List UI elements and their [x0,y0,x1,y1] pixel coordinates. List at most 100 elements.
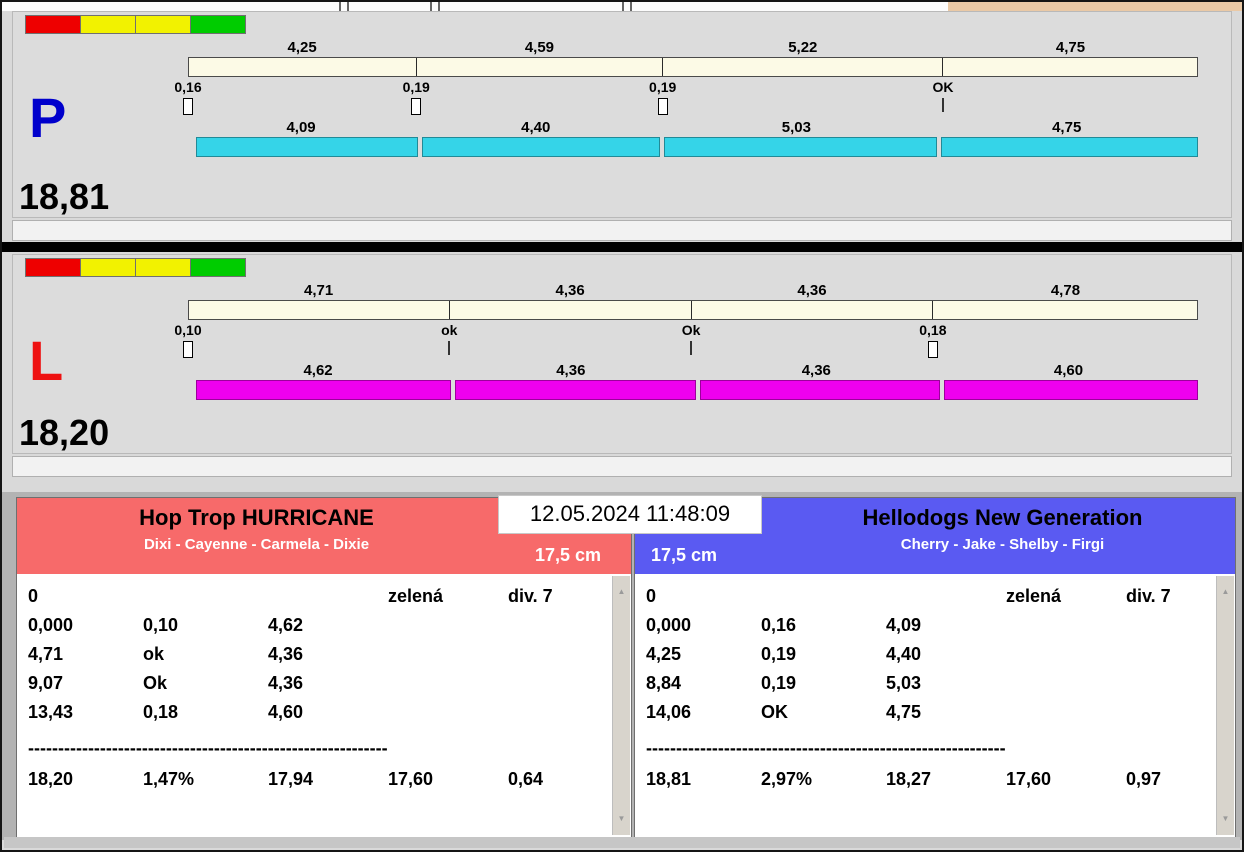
window-bottom-edge [4,837,1240,848]
run-bar-segment [700,380,941,400]
run-labels-row: 4,624,364,364,60 [188,362,1198,380]
run-bar-segment [944,380,1198,400]
indicator-light [25,258,81,277]
jump-height: 17,5 cm [535,545,601,566]
table-cell: ok [143,644,268,665]
table-cell: 13,43 [28,702,143,723]
table-cell: OK [761,702,886,723]
table-row: 0zelenádiv. 7 [28,582,607,611]
run-bar-segment [196,137,418,157]
split-time-label: 4,36 [691,282,933,300]
tick-label: 0,18 [919,322,946,338]
fault-marker-box [928,341,938,358]
lane-letter: L [29,333,63,389]
run-bar-segment [196,380,451,400]
background-window-fragment [339,2,349,11]
summary-cell: 1,47% [143,769,268,790]
indicator-light [80,258,136,277]
split-bar-segment [932,301,1197,319]
background-window-fragment [430,2,440,11]
table-cell: 0 [646,586,761,607]
ok-marker-line [690,341,692,355]
table-cell: 0,16 [761,615,886,636]
summary-cell: 2,97% [761,769,886,790]
table-row: 8,840,195,03 [646,669,1211,698]
table-grid: 0zelenádiv. 70,0000,104,62 4,71ok4,36 9,07… [17,574,631,794]
scroll-down-icon[interactable]: ▼ [1217,811,1234,827]
team-panel-right: Hellodogs New Generation Cherry - Jake -… [634,497,1236,838]
table-cell: 0,19 [761,644,886,665]
table-divider-line: ----------------------------------------… [646,727,1024,763]
summary-row: 18,201,47%17,9417,600,64 [28,765,607,794]
vertical-scrollbar[interactable]: ▲ ▼ [1216,576,1234,835]
run-time-label: 4,40 [414,119,657,137]
split-bar [188,57,1198,77]
table-cell: 4,75 [886,702,1006,723]
results-section: Hop Trop HURRICANE Dixi - Cayenne - Carm… [2,492,1242,840]
split-bar-segment [942,58,1197,76]
tick-label: 0,16 [174,79,201,95]
split-bar-segment [189,58,416,76]
background-window-fragment [622,2,632,11]
indicator-light [190,15,246,34]
scroll-down-icon[interactable]: ▼ [613,811,630,827]
table-cell: div. 7 [1126,586,1211,607]
window-top-edge [2,2,1242,11]
run-time-label: 4,09 [188,119,414,137]
split-bar-segment [189,301,449,319]
section-divider [2,242,1242,252]
tick-label: 0,19 [403,79,430,95]
status-strip [12,456,1232,477]
run-bar-segment [664,137,936,157]
table-cell: 4,62 [268,615,388,636]
summary-cell: 17,94 [268,769,388,790]
tick-label: Ok [682,322,701,338]
table-cell: 4,71 [28,644,143,665]
table-cell: 4,60 [268,702,388,723]
split-time-label: 4,59 [416,39,662,57]
table-cell: 5,03 [886,673,1006,694]
split-bar-segment [691,301,933,319]
split-time-label: 4,25 [188,39,416,57]
vertical-scrollbar[interactable]: ▲ ▼ [612,576,630,835]
table-cell: 4,36 [268,644,388,665]
table-cell: 4,09 [886,615,1006,636]
team-dogs: Cherry - Jake - Shelby - Firgi [635,536,1235,553]
tick-label: 0,19 [649,79,676,95]
lane-letter: P [29,90,66,146]
run-time-label: 4,62 [188,362,448,380]
table-cell: 9,07 [28,673,143,694]
run-bar-segment [422,137,661,157]
lane-panel-l: L 4,714,364,364,780,10okOk0,184,624,364,… [12,254,1232,454]
table-cell: zelená [388,586,508,607]
indicator-light [25,15,81,34]
run-bar [196,137,1198,157]
table-row: 0,0000,104,62 [28,611,607,640]
table-cell: zelená [1006,586,1126,607]
run-time-label: 4,36 [448,362,693,380]
summary-cell: 17,60 [1006,769,1126,790]
run-bar [196,380,1198,400]
tick-label: 0,10 [174,322,201,338]
summary-cell: 18,81 [646,769,761,790]
datetime-display: 12.05.2024 11:48:09 [499,496,761,533]
results-table: 0zelenádiv. 70,0000,104,62 4,71ok4,36 9,07… [17,574,631,837]
fault-marker-box [183,98,193,115]
jump-height: 17,5 cm [651,545,717,566]
run-bar-segment [941,137,1198,157]
scroll-up-icon[interactable]: ▲ [1217,584,1234,600]
indicator-light [80,15,136,34]
split-time-label: 4,36 [449,282,691,300]
table-cell: 0,19 [761,673,886,694]
split-labels-row: 4,714,364,364,78 [188,282,1198,300]
run-time-label: 4,60 [939,362,1198,380]
table-row: 0 zelenádiv. 7 [646,582,1211,611]
scroll-up-icon[interactable]: ▲ [613,584,630,600]
summary-cell: 0,64 [508,769,607,790]
ok-marker-line [448,341,450,355]
table-cell: 0,000 [646,615,761,636]
table-cell: 4,40 [886,644,1006,665]
run-bar-segment [455,380,696,400]
split-time-label: 4,78 [933,282,1198,300]
split-bar-segment [416,58,662,76]
